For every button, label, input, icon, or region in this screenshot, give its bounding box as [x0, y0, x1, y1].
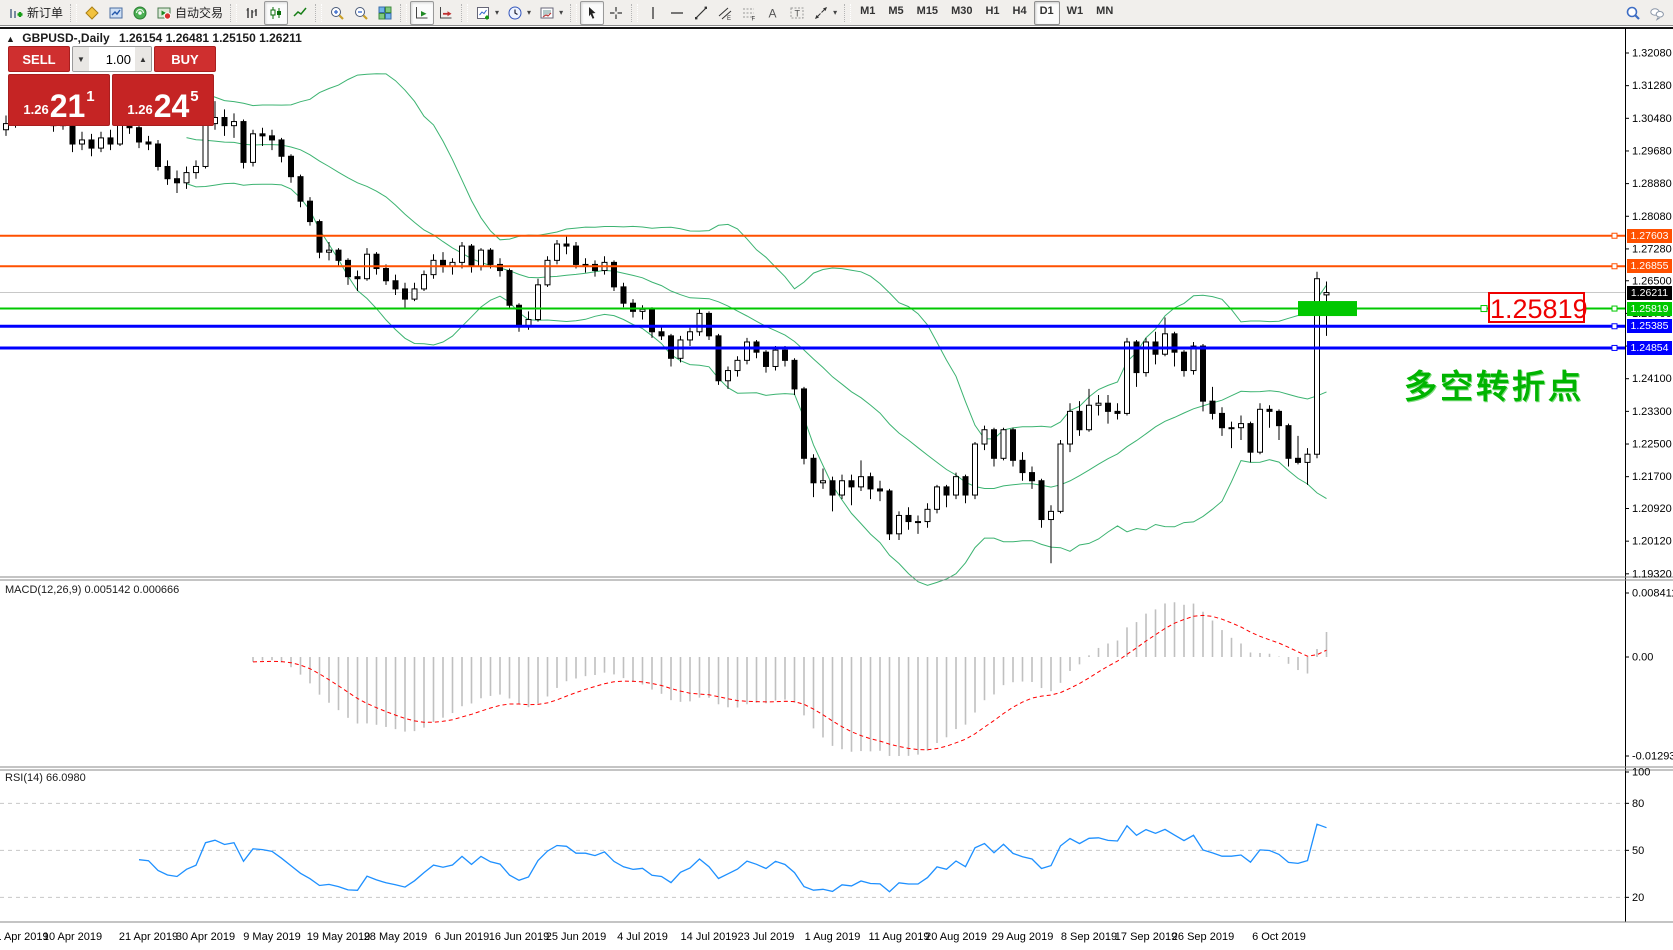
line-handle: [1612, 324, 1617, 329]
sell-button[interactable]: SELL: [8, 46, 70, 72]
svg-text:1 Apr 2019: 1 Apr 2019: [0, 931, 49, 943]
svg-text:16 Jun 2019: 16 Jun 2019: [489, 931, 550, 943]
svg-text:1.27280: 1.27280: [1632, 243, 1672, 255]
volume-increase-button[interactable]: ▲: [135, 47, 151, 71]
svg-text:0.008411: 0.008411: [1632, 588, 1673, 600]
level-price-badge: 1.25385: [1627, 319, 1672, 333]
price-callout-label[interactable]: 1.25819: [1488, 292, 1585, 323]
chart-ohlc-values: 1.26154 1.26481 1.25150 1.26211: [119, 31, 302, 45]
svg-text:8 Sep 2019: 8 Sep 2019: [1061, 931, 1117, 943]
current-price-badge: 1.26211: [1627, 286, 1672, 300]
svg-text:6 Oct 2019: 6 Oct 2019: [1252, 931, 1306, 943]
volume-input[interactable]: [89, 47, 135, 71]
svg-text:21 Apr 2019: 21 Apr 2019: [119, 931, 178, 943]
turning-point-annotation[interactable]: 多空转折点: [1404, 360, 1584, 408]
svg-text:6 Jun 2019: 6 Jun 2019: [435, 931, 489, 943]
rsi-panel: [0, 803, 1625, 897]
svg-text:80: 80: [1632, 798, 1644, 810]
level-price-badge: 1.26855: [1627, 259, 1672, 273]
svg-text:1.23300: 1.23300: [1632, 406, 1672, 418]
svg-text:1.31280: 1.31280: [1632, 80, 1672, 92]
svg-text:10 Apr 2019: 10 Apr 2019: [43, 931, 102, 943]
chart-symbol-period: GBPUSD-,Daily: [22, 31, 109, 45]
svg-text:1.28880: 1.28880: [1632, 178, 1672, 190]
bid-price-sup: 1: [86, 88, 94, 105]
svg-text:1.29680: 1.29680: [1632, 145, 1672, 157]
bollinger-bands: [187, 74, 1327, 586]
svg-text:14 Jul 2019: 14 Jul 2019: [681, 931, 738, 943]
svg-text:-0.012931: -0.012931: [1632, 751, 1673, 763]
buy-button[interactable]: BUY: [154, 46, 216, 72]
svg-text:100: 100: [1632, 767, 1650, 779]
svg-text:1.20920: 1.20920: [1632, 503, 1672, 515]
svg-text:28 May 2019: 28 May 2019: [364, 931, 428, 943]
mt4-window: 新订单 自动交易: [0, 0, 1673, 950]
svg-text:50: 50: [1632, 845, 1644, 857]
svg-text:23 Jul 2019: 23 Jul 2019: [738, 931, 795, 943]
line-handle: [1612, 264, 1617, 269]
line-handle: [1612, 233, 1617, 238]
svg-text:1.21700: 1.21700: [1632, 471, 1672, 483]
svg-text:20: 20: [1632, 892, 1644, 904]
ask-price-small: 1.26: [127, 102, 152, 117]
svg-text:29 Aug 2019: 29 Aug 2019: [992, 931, 1054, 943]
svg-text:11 Aug 2019: 11 Aug 2019: [869, 931, 930, 943]
svg-text:1.32080: 1.32080: [1632, 48, 1672, 60]
bid-price-big: 21: [50, 91, 86, 121]
line-handle: [1612, 345, 1617, 350]
ask-price-big: 24: [154, 91, 190, 121]
svg-text:1.24100: 1.24100: [1632, 373, 1672, 385]
bid-price-small: 1.26: [23, 102, 48, 117]
svg-text:1.28080: 1.28080: [1632, 211, 1672, 223]
level-price-badge: 1.27603: [1627, 229, 1672, 243]
svg-text:20 Aug 2019: 20 Aug 2019: [925, 931, 987, 943]
svg-text:26 Sep 2019: 26 Sep 2019: [1172, 931, 1234, 943]
svg-text:0.00: 0.00: [1632, 652, 1653, 664]
chart-title: ▲ GBPUSD-,Daily 1.26154 1.26481 1.25150 …: [6, 31, 302, 45]
rsi-indicator-label: RSI(14) 66.0980: [5, 772, 86, 784]
bid-price-button[interactable]: 1.26 21 1: [8, 74, 110, 126]
volume-decrease-button[interactable]: ▼: [73, 47, 89, 71]
svg-text:1.19320: 1.19320: [1632, 568, 1672, 580]
breakout-highlight-rect: [1298, 301, 1357, 316]
macd-indicator-label: MACD(12,26,9) 0.005142 0.000666: [5, 584, 179, 596]
price-axis: 1.32080 1.31280 1.30480 1.29680 1.28880 1.280…: [1625, 48, 1673, 904]
collapse-chart-icon[interactable]: ▲: [6, 34, 15, 44]
line-handle: [1481, 306, 1487, 312]
svg-text:17 Sep 2019: 17 Sep 2019: [1115, 931, 1177, 943]
date-axis: 1 Apr 201910 Apr 2019 21 Apr 201930 Apr 2…: [0, 931, 1306, 943]
svg-text:19 May 2019: 19 May 2019: [307, 931, 371, 943]
svg-text:1.22500: 1.22500: [1632, 439, 1672, 451]
chart-surface[interactable]: 1.32080 1.31280 1.30480 1.29680 1.28880 1.280…: [0, 0, 1673, 950]
svg-text:1 Aug 2019: 1 Aug 2019: [805, 931, 861, 943]
ask-price-button[interactable]: 1.26 24 5: [112, 74, 214, 126]
svg-text:1.20120: 1.20120: [1632, 536, 1672, 548]
svg-text:30 Apr 2019: 30 Apr 2019: [176, 931, 235, 943]
one-click-trading-panel: SELL ▼ ▲ BUY 1.26 21 1 1.26 24 5: [8, 46, 216, 126]
svg-text:9 May 2019: 9 May 2019: [243, 931, 300, 943]
volume-stepper: ▼ ▲: [72, 46, 152, 72]
level-price-badge: 1.25819: [1627, 302, 1672, 316]
ask-price-sup: 5: [190, 88, 198, 105]
macd-histogram: [253, 602, 1327, 756]
svg-text:4 Jul 2019: 4 Jul 2019: [617, 931, 668, 943]
line-handle: [1612, 306, 1617, 311]
svg-text:1.30480: 1.30480: [1632, 113, 1672, 125]
svg-text:25 Jun 2019: 25 Jun 2019: [546, 931, 607, 943]
level-price-badge: 1.24854: [1627, 341, 1672, 355]
